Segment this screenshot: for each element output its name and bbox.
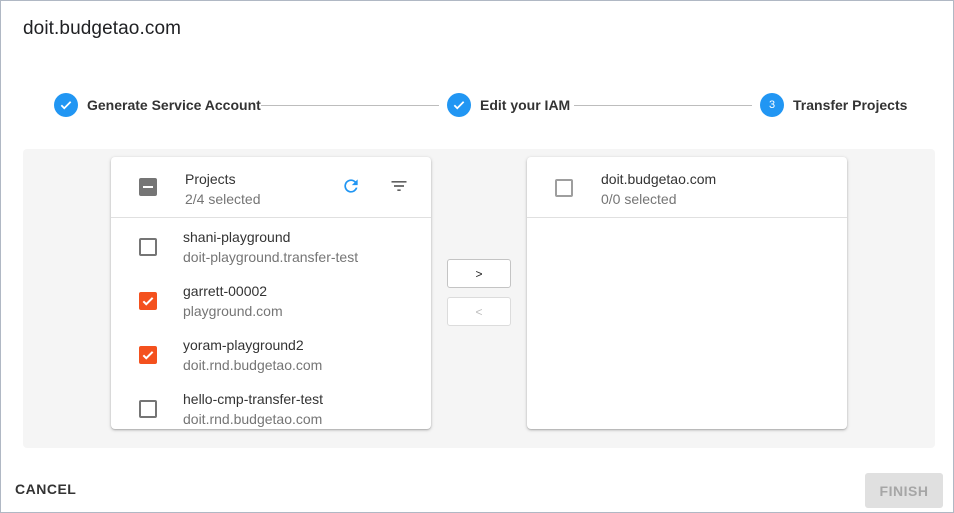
source-list-header: Projects 2/4 selected xyxy=(111,157,431,218)
item-subtitle: doit.rnd.budgetao.com xyxy=(183,411,323,427)
list-item[interactable]: shani-playground doit-playground.transfe… xyxy=(111,219,431,273)
target-select-all-checkbox[interactable] xyxy=(555,179,573,197)
target-list-header: doit.budgetao.com 0/0 selected xyxy=(527,157,847,218)
source-list-items: shani-playground doit-playground.transfe… xyxy=(111,219,431,429)
item-title: yoram-playground2 xyxy=(183,337,304,353)
item-checkbox[interactable] xyxy=(139,238,157,256)
item-subtitle: doit-playground.transfer-test xyxy=(183,249,359,265)
dialog-title: doit.budgetao.com xyxy=(23,18,182,39)
move-left-button[interactable]: < xyxy=(447,297,511,326)
step-3-number: 3 xyxy=(760,93,784,117)
step-generate-service-account: Generate Service Account xyxy=(54,93,261,117)
refresh-icon[interactable] xyxy=(339,174,363,198)
step-1-label: Generate Service Account xyxy=(87,97,261,113)
item-title: hello-cmp-transfer-test xyxy=(183,391,324,407)
list-item[interactable]: garrett-00002 playground.com xyxy=(111,273,431,327)
step-connector-1 xyxy=(261,105,439,106)
item-checkbox-checked[interactable] xyxy=(139,292,157,310)
transfer-list-area: Projects 2/4 selected shani-playground d… xyxy=(23,149,935,448)
item-subtitle: playground.com xyxy=(183,303,283,319)
step-connector-2 xyxy=(574,105,752,106)
cancel-button[interactable]: CANCEL xyxy=(15,481,76,497)
stepper: Generate Service Account Edit your IAM 3… xyxy=(1,91,954,119)
list-item[interactable]: hello-cmp-transfer-test doit.rnd.budgeta… xyxy=(111,381,431,429)
item-checkbox[interactable] xyxy=(139,400,157,418)
item-subtitle: doit.rnd.budgetao.com xyxy=(183,357,323,373)
filter-icon[interactable] xyxy=(387,174,411,198)
item-title: garrett-00002 xyxy=(183,283,268,299)
step-3-label: Transfer Projects xyxy=(793,97,908,113)
select-all-checkbox[interactable] xyxy=(139,178,157,196)
step-transfer-projects: 3 Transfer Projects xyxy=(760,93,907,117)
source-list-title: Projects xyxy=(185,171,236,187)
item-title: shani-playground xyxy=(183,229,291,245)
source-list-selection-count: 2/4 selected xyxy=(185,191,261,207)
step-edit-iam: Edit your IAM xyxy=(447,93,570,117)
target-list-selection-count: 0/0 selected xyxy=(601,191,677,207)
item-checkbox-checked[interactable] xyxy=(139,346,157,364)
target-list-title: doit.budgetao.com xyxy=(601,171,717,187)
step-2-label: Edit your IAM xyxy=(480,97,571,113)
move-right-button[interactable]: > xyxy=(447,259,511,288)
transfer-projects-dialog: doit.budgetao.com Generate Service Accou… xyxy=(0,0,954,513)
source-projects-list: Projects 2/4 selected shani-playground d… xyxy=(111,157,431,429)
list-item[interactable]: yoram-playground2 doit.rnd.budgetao.com xyxy=(111,327,431,381)
target-projects-list: doit.budgetao.com 0/0 selected xyxy=(527,157,847,429)
step-2-check-icon xyxy=(447,93,471,117)
step-1-check-icon xyxy=(54,93,78,117)
finish-button[interactable]: FINISH xyxy=(865,473,943,508)
